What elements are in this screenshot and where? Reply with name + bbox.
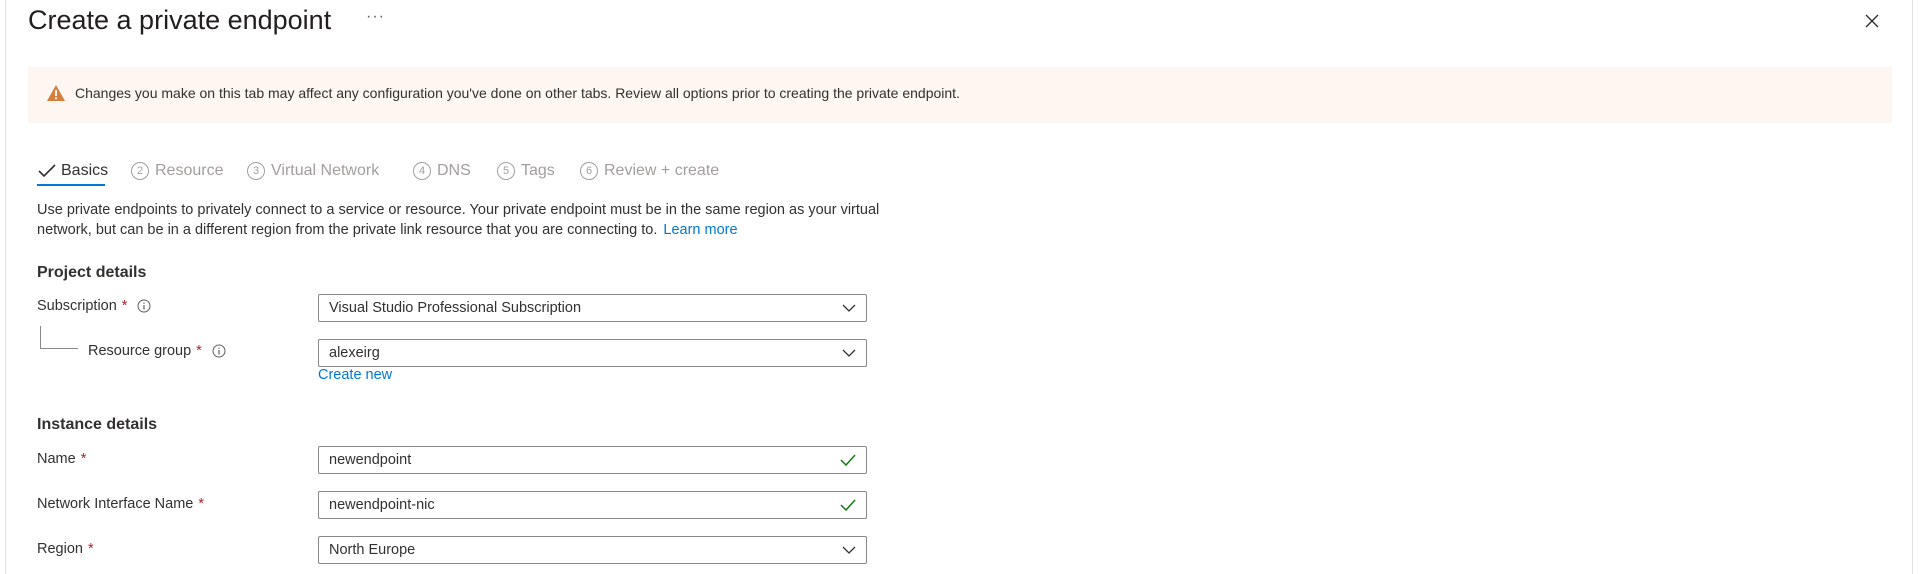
learn-more-link[interactable]: Learn more bbox=[663, 222, 737, 238]
panel-left-border bbox=[5, 0, 6, 574]
tab-basics[interactable]: Basics bbox=[37, 156, 108, 186]
tab-label: Basics bbox=[61, 162, 109, 179]
chevron-down-icon bbox=[842, 546, 856, 554]
region-dropdown[interactable]: North Europe bbox=[318, 536, 867, 564]
required-marker: * bbox=[198, 496, 204, 512]
resource-group-label-text: Resource group bbox=[88, 343, 192, 359]
warning-icon bbox=[47, 85, 65, 101]
tab-label: Virtual Network bbox=[271, 162, 380, 179]
more-options-button[interactable]: ··· bbox=[366, 8, 385, 26]
tab-label: Resource bbox=[155, 162, 224, 179]
tab-virtual-network[interactable]: 3 Virtual Network bbox=[247, 156, 379, 186]
subscription-label: Subscription * bbox=[37, 298, 151, 314]
region-label: Region * bbox=[37, 541, 94, 557]
hierarchy-connector bbox=[40, 326, 78, 349]
tab-label: Tags bbox=[521, 162, 555, 179]
intro-description: Use private endpoints to privately conne… bbox=[37, 202, 880, 238]
tab-dns[interactable]: 4 DNS bbox=[413, 156, 471, 186]
step-number: 4 bbox=[413, 162, 431, 180]
subscription-label-text: Subscription bbox=[37, 298, 117, 314]
page-title: Create a private endpoint bbox=[28, 5, 332, 35]
nic-label-text: Network Interface Name bbox=[37, 496, 194, 512]
panel-right-border bbox=[1912, 0, 1913, 574]
name-label: Name * bbox=[37, 451, 86, 467]
warning-banner: Changes you make on this tab may affect … bbox=[28, 67, 1892, 123]
tab-review-create[interactable]: 6 Review + create bbox=[580, 156, 719, 186]
close-icon[interactable] bbox=[1862, 11, 1882, 31]
resource-group-label: Resource group * bbox=[88, 343, 226, 359]
intro-text: Use private endpoints to privately conne… bbox=[37, 200, 897, 240]
subscription-dropdown[interactable]: Visual Studio Professional Subscription bbox=[318, 294, 867, 322]
tab-tags[interactable]: 5 Tags bbox=[497, 156, 555, 186]
info-icon[interactable] bbox=[212, 344, 226, 358]
region-value: North Europe bbox=[329, 542, 416, 558]
name-label-text: Name bbox=[37, 451, 76, 467]
subscription-value: Visual Studio Professional Subscription bbox=[329, 300, 582, 316]
warning-message: Changes you make on this tab may affect … bbox=[75, 85, 960, 101]
tab-label: DNS bbox=[437, 162, 471, 179]
checkmark-icon bbox=[38, 164, 56, 178]
step-number: 3 bbox=[247, 162, 265, 180]
step-number: 2 bbox=[131, 162, 149, 180]
resource-group-value: alexeirg bbox=[329, 345, 380, 361]
required-marker: * bbox=[196, 343, 202, 359]
create-new-link[interactable]: Create new bbox=[318, 367, 392, 383]
name-value: newendpoint bbox=[329, 452, 412, 468]
nic-label: Network Interface Name * bbox=[37, 496, 204, 512]
resource-group-dropdown[interactable]: alexeirg bbox=[318, 339, 867, 367]
valid-checkmark-icon bbox=[840, 454, 856, 466]
chevron-down-icon bbox=[842, 304, 856, 312]
step-number: 6 bbox=[580, 162, 598, 180]
tab-label: Review + create bbox=[604, 162, 720, 179]
tab-resource[interactable]: 2 Resource bbox=[131, 156, 223, 186]
required-marker: * bbox=[80, 451, 87, 467]
valid-checkmark-icon bbox=[840, 499, 856, 511]
info-icon[interactable] bbox=[137, 299, 151, 313]
region-label-text: Region bbox=[37, 541, 83, 557]
nic-value: newendpoint-nic bbox=[329, 497, 435, 513]
instance-details-heading: Instance details bbox=[37, 416, 158, 433]
step-number: 5 bbox=[497, 162, 515, 180]
nic-name-input[interactable]: newendpoint-nic bbox=[318, 491, 867, 519]
required-marker: * bbox=[87, 541, 94, 557]
chevron-down-icon bbox=[842, 349, 856, 357]
name-input[interactable]: newendpoint bbox=[318, 446, 867, 474]
required-marker: * bbox=[121, 298, 128, 314]
active-tab-indicator bbox=[37, 184, 105, 186]
project-details-heading: Project details bbox=[37, 264, 147, 281]
